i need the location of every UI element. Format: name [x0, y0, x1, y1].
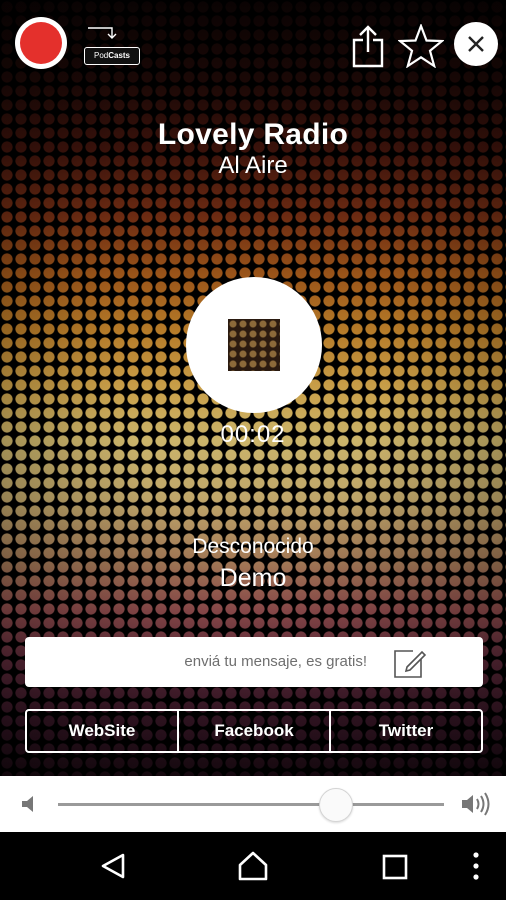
record-button[interactable]: [15, 17, 67, 69]
overflow-menu-icon[interactable]: [470, 850, 482, 882]
station-status: Al Aire: [218, 152, 288, 179]
volume-high-icon[interactable]: [460, 790, 492, 818]
podcasts-label-bold: Casts: [108, 51, 131, 60]
message-input[interactable]: enviá tu mensaje, es gratis!: [25, 637, 483, 687]
volume-slider-track[interactable]: [58, 803, 444, 806]
volume-bar: [0, 776, 506, 832]
edit-icon[interactable]: [393, 647, 427, 679]
star-icon[interactable]: [398, 24, 444, 68]
close-icon: [468, 36, 484, 52]
twitter-button[interactable]: Twitter: [329, 711, 481, 751]
message-placeholder: enviá tu mensaje, es gratis!: [184, 653, 367, 670]
station-name: Lovely Radio: [157, 118, 349, 151]
website-button[interactable]: WebSite: [27, 711, 177, 751]
share-icon[interactable]: [350, 24, 386, 68]
recent-apps-icon[interactable]: [382, 854, 408, 880]
close-button[interactable]: [454, 22, 498, 66]
player-screen: PodCasts Lovely Radio Al Aire 00:02 Desc…: [0, 0, 506, 776]
track-title: Demo: [219, 564, 287, 592]
podcast-arrow-icon: [88, 27, 117, 39]
facebook-button[interactable]: Facebook: [177, 711, 329, 751]
podcasts-button[interactable]: PodCasts: [84, 26, 140, 66]
podcasts-badge: PodCasts: [84, 47, 140, 65]
record-icon: [20, 22, 62, 64]
volume-low-icon[interactable]: [18, 792, 42, 816]
elapsed-time: 00:02: [220, 421, 286, 448]
home-icon[interactable]: [236, 849, 270, 883]
stop-button[interactable]: [186, 277, 322, 413]
social-links: WebSite Facebook Twitter: [25, 709, 483, 753]
stop-icon: [228, 319, 280, 371]
track-artist: Desconocido: [192, 535, 314, 558]
podcasts-label-prefix: Pod: [93, 51, 109, 60]
back-icon[interactable]: [98, 851, 128, 881]
android-navigation-bar: [0, 832, 506, 900]
volume-slider-thumb[interactable]: [318, 788, 353, 822]
